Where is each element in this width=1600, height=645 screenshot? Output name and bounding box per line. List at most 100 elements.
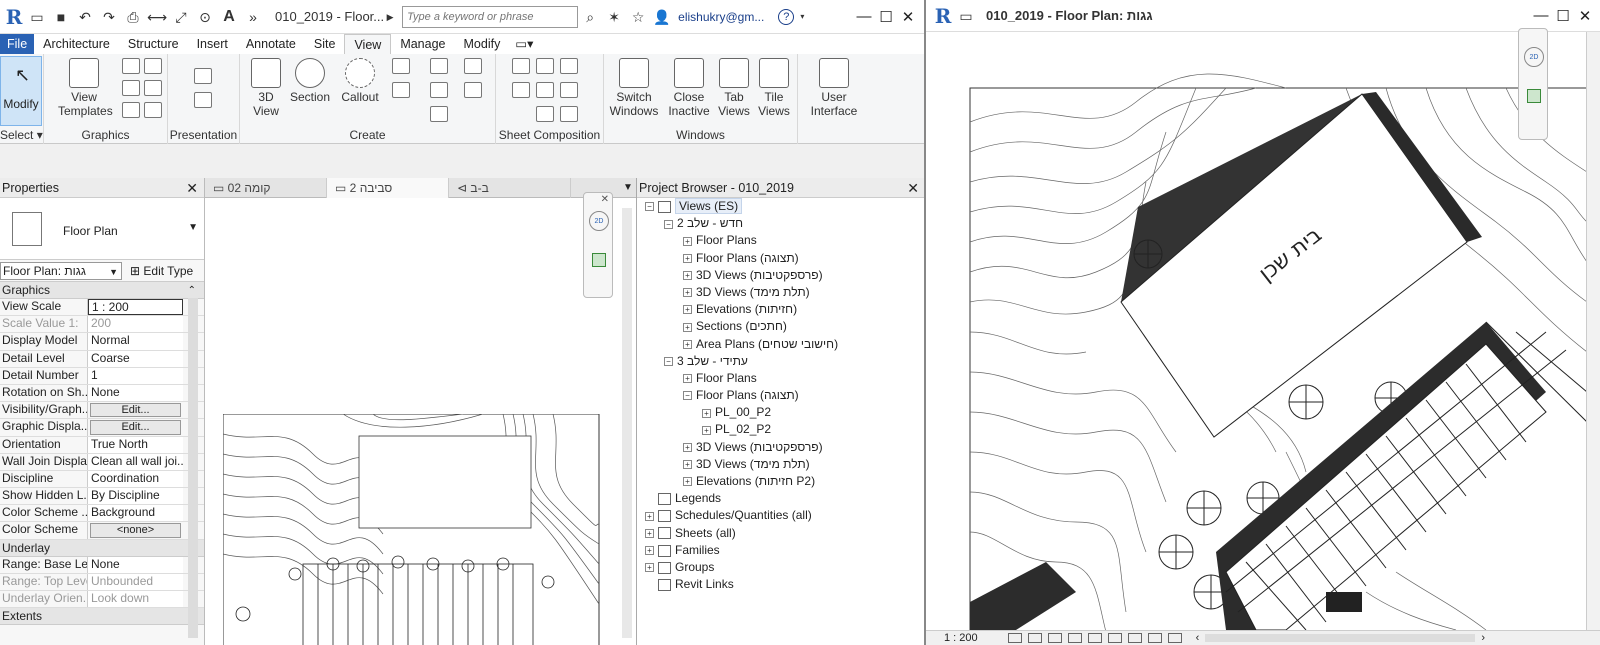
browser-node[interactable]: +3D Views (תלת מימד) xyxy=(637,284,924,301)
measure-icon[interactable]: ⟷ xyxy=(147,7,167,27)
undo-icon[interactable]: ↶ xyxy=(75,7,95,27)
browser-node[interactable]: + Floor Plans (תצוגה) xyxy=(637,250,924,267)
expand-icon[interactable]: + xyxy=(645,511,654,521)
detail-level-icon[interactable] xyxy=(1007,633,1022,643)
view-tabs-dropdown-icon[interactable]: ▼ xyxy=(620,178,636,197)
more-tools-icon[interactable]: » xyxy=(243,7,263,27)
steering-wheel-icon[interactable]: 2D xyxy=(589,211,609,231)
scope-box-icon[interactable] xyxy=(430,82,448,98)
expand-icon[interactable]: + xyxy=(683,460,692,470)
edit-type-button[interactable]: ⊞ Edit Type xyxy=(130,264,193,278)
tab-annotate[interactable]: Annotate xyxy=(237,34,305,54)
browser-node[interactable]: + Families xyxy=(637,542,924,559)
modify-button[interactable]: ↖ Modify xyxy=(0,56,42,126)
save-icon[interactable]: ■ xyxy=(51,7,71,27)
browser-node[interactable]: + PL_00_P2 xyxy=(637,404,924,421)
prop-range-base[interactable]: Range: Base Le...None xyxy=(0,556,204,574)
browser-node[interactable]: + Floor Plans xyxy=(637,232,924,249)
group-underlay[interactable]: Underlay ⌃ xyxy=(0,539,204,557)
render-icon[interactable] xyxy=(144,102,162,118)
maximize-button[interactable]: ☐ xyxy=(875,8,897,26)
browser-node[interactable]: Revit Links xyxy=(637,576,924,593)
group-extents[interactable]: Extents ⌃ xyxy=(0,608,204,626)
binoculars-icon[interactable]: ⌕ xyxy=(580,7,600,27)
show-crop-icon[interactable] xyxy=(1107,633,1122,643)
expand-icon[interactable]: + xyxy=(683,477,692,487)
view-tab-floor-02[interactable]: ▭ קומה 02 xyxy=(205,178,327,198)
expand-icon[interactable]: + xyxy=(683,288,692,298)
browser-node[interactable]: + Groups xyxy=(637,559,924,576)
tab-modify[interactable]: Modify xyxy=(455,34,510,54)
expand-icon[interactable]: + xyxy=(683,271,692,281)
user-name[interactable]: elishukry@gm... xyxy=(678,10,764,24)
tag-icon[interactable]: ⊙ xyxy=(195,7,215,27)
switch-windows-button[interactable]: Switch Windows xyxy=(608,58,660,118)
color-scheme-button[interactable]: <none> xyxy=(90,523,181,538)
instance-dropdown[interactable]: Floor Plan: גגות ▼ xyxy=(0,261,122,280)
tab-structure[interactable]: Structure xyxy=(119,34,188,54)
browser-node[interactable]: + Schedules/Quantities (all) xyxy=(637,507,924,524)
tab-insert[interactable]: Insert xyxy=(188,34,237,54)
select-panel-label[interactable]: Select ▾ xyxy=(0,128,43,142)
tab-views-button[interactable]: Tab Views xyxy=(716,58,752,118)
section-button[interactable]: Section xyxy=(288,58,332,104)
zoom-icon[interactable] xyxy=(1527,89,1541,103)
sheet-icon[interactable] xyxy=(512,58,530,74)
browser-node[interactable]: + Area Plans (חישובי שטחים) xyxy=(637,336,924,353)
tab-file[interactable]: File xyxy=(0,34,35,54)
print-icon[interactable]: ⎙ xyxy=(123,7,143,27)
view-scrollbar[interactable] xyxy=(622,208,632,638)
subscription-icon[interactable]: ✶ xyxy=(604,7,624,27)
favorites-star-icon[interactable]: ☆ xyxy=(628,7,648,27)
expand-icon[interactable]: + xyxy=(645,546,654,556)
site-plan-drawing[interactable] xyxy=(223,414,603,645)
dimension-icon[interactable]: ⤢ xyxy=(171,7,191,27)
expand-icon[interactable]: + xyxy=(683,236,692,246)
search-input[interactable] xyxy=(402,5,579,28)
minimize-button[interactable]: — xyxy=(853,8,875,25)
expand-icon[interactable]: + xyxy=(645,563,654,573)
properties-scrollbar[interactable] xyxy=(188,298,198,638)
place-view-icon[interactable] xyxy=(560,58,578,74)
show-hidden-icon[interactable] xyxy=(144,80,162,96)
tab-view[interactable]: View xyxy=(344,34,392,54)
close-inactive-button[interactable]: Close Inactive xyxy=(666,58,712,118)
revisions-icon[interactable] xyxy=(512,82,530,98)
thin-lines-icon[interactable] xyxy=(122,80,140,96)
prop-view-scale[interactable]: View Scale 1 : 200 xyxy=(0,299,204,317)
presentation-icon[interactable] xyxy=(194,68,212,84)
scroll-right-icon[interactable]: › xyxy=(1481,632,1485,644)
shadows-icon[interactable] xyxy=(1067,633,1082,643)
prop-color-scheme-location[interactable]: Color Scheme ... Background xyxy=(0,505,204,523)
collapse-icon[interactable]: − xyxy=(683,391,692,401)
floating-vertical-scrollbar[interactable] xyxy=(1586,32,1600,630)
open-icon[interactable]: ▭ xyxy=(27,7,47,27)
browser-node[interactable]: +3D Views (פרספקטיבות) xyxy=(637,267,924,284)
reveal-hidden-icon[interactable] xyxy=(1167,633,1182,643)
tab-architecture[interactable]: Architecture xyxy=(34,34,119,54)
browser-node[interactable]: + Sheets (all) xyxy=(637,525,924,542)
browser-node[interactable]: + Sections (חתכים) xyxy=(637,318,924,335)
prop-show-hidden[interactable]: Show Hidden L... By Discipline xyxy=(0,488,204,506)
expand-icon[interactable]: + xyxy=(683,253,692,263)
browser-node[interactable]: − Views (ES) xyxy=(637,198,924,215)
legends-icon[interactable] xyxy=(464,82,482,98)
guide-grid-icon[interactable] xyxy=(536,82,554,98)
expand-icon[interactable]: + xyxy=(683,442,692,452)
crop-view-icon[interactable] xyxy=(1087,633,1102,643)
ribbon-options-icon[interactable]: ▭▾ xyxy=(509,34,539,54)
plan-views-icon[interactable] xyxy=(392,58,410,74)
view-reference-icon[interactable] xyxy=(536,106,554,122)
browser-node[interactable]: − חדש - שלב 2 xyxy=(637,215,924,232)
view-scale[interactable]: 1 : 200 xyxy=(944,632,978,644)
schedules-icon[interactable] xyxy=(464,58,482,74)
expand-icon[interactable]: + xyxy=(702,425,711,435)
help-icon[interactable]: ? xyxy=(778,8,795,25)
elevation-icon[interactable] xyxy=(392,82,410,98)
prop-detail-level[interactable]: Detail Level Coarse xyxy=(0,350,204,368)
expand-icon[interactable]: + xyxy=(645,528,654,538)
prop-orientation[interactable]: Orientation True North xyxy=(0,436,204,454)
properties-close-icon[interactable]: ✕ xyxy=(186,178,198,198)
sun-path-icon[interactable] xyxy=(1047,633,1062,643)
revit-logo-icon[interactable]: R xyxy=(3,6,25,28)
